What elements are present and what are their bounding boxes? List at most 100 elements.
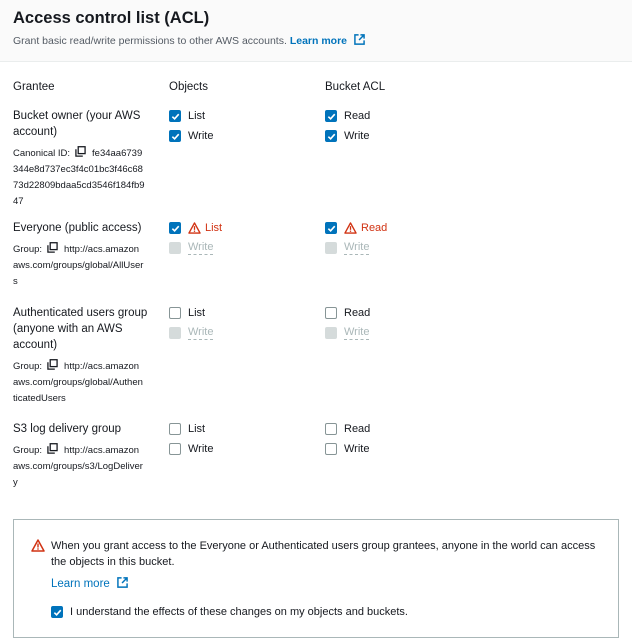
objects-list-option[interactable]: List xyxy=(169,108,205,124)
identifier-text: aws.com/groups/s3/LogDeliver xyxy=(13,461,143,472)
copy-icon[interactable] xyxy=(47,242,58,253)
identifier-text: ticatedUsers xyxy=(13,393,66,404)
objects-list-option[interactable]: List xyxy=(169,220,222,236)
bucket-acl-write-checkbox[interactable] xyxy=(325,130,337,142)
identifier-label: Group: xyxy=(13,445,43,456)
bucket-acl-read-checkbox[interactable] xyxy=(325,423,337,435)
identifier-text: http://acs.amazon xyxy=(64,244,140,255)
bucket-acl-read-label: Read xyxy=(344,307,371,319)
objects-list-label: List xyxy=(188,110,206,122)
objects-list-label: List xyxy=(188,423,206,435)
bucket-acl-read-checkbox[interactable] xyxy=(325,222,337,234)
identifier-text: y xyxy=(13,477,18,488)
bucket-acl-write-label: Write xyxy=(344,326,370,340)
page-title: Access control list (ACL) xyxy=(13,9,210,27)
bucket-acl-write-label: Write xyxy=(344,241,370,255)
alert-learn-more[interactable]: Learn more xyxy=(51,577,128,590)
bucket-acl-write-option[interactable]: Write xyxy=(325,441,369,457)
objects-list-label: List xyxy=(188,307,206,319)
bucket-acl-read-option[interactable]: Read xyxy=(325,220,387,236)
objects-write-label: Write xyxy=(188,443,214,455)
identifier-text: 73d22809bdaa5cd3546f184fb9 xyxy=(13,180,145,191)
objects-write-checkbox[interactable] xyxy=(169,443,181,455)
identifier-text: fe34aa6739 xyxy=(92,148,143,159)
bucket-acl-write-label: Write xyxy=(344,443,370,455)
bucket-acl-read-checkbox[interactable] xyxy=(325,110,337,122)
column-header-grantee: Grantee xyxy=(13,81,55,93)
bucket-acl-read-option[interactable]: Read xyxy=(325,421,370,437)
warning-alert: When you grant access to the Everyone or… xyxy=(13,519,619,638)
alert-message: When you grant access to the Everyone or… xyxy=(51,540,596,568)
acknowledge-label: I understand the effects of these change… xyxy=(70,606,408,618)
identifier-label: Group: xyxy=(13,361,43,372)
warning-icon xyxy=(188,222,201,234)
alert-learn-more-label: Learn more xyxy=(51,578,110,590)
bucket-acl-read-checkbox[interactable] xyxy=(325,307,337,319)
grantee-name: Bucket owner (your AWS account) xyxy=(13,110,141,138)
bucket-acl-write-checkbox xyxy=(325,327,337,339)
objects-write-option: Write xyxy=(169,325,214,341)
bucket-acl-read-label: Read xyxy=(344,110,371,122)
bucket-acl-write-checkbox xyxy=(325,242,337,254)
identifier-text: http://acs.amazon xyxy=(64,445,140,456)
objects-write-checkbox[interactable] xyxy=(169,130,181,142)
checkmark-icon xyxy=(327,113,335,120)
objects-list-option[interactable]: List xyxy=(169,421,205,437)
checkmark-icon xyxy=(53,609,61,616)
bucket-acl-write-label: Write xyxy=(344,130,370,142)
objects-write-checkbox xyxy=(169,242,181,254)
objects-write-option[interactable]: Write xyxy=(169,128,213,144)
objects-list-label: List xyxy=(205,222,223,234)
grantee-name: S3 log delivery group xyxy=(13,423,122,435)
bucket-acl-read-label: Read xyxy=(361,222,388,234)
acknowledge-checkbox[interactable] xyxy=(51,606,63,618)
acl-header: Access control list (ACL) Grant basic re… xyxy=(0,0,632,62)
objects-write-checkbox xyxy=(169,327,181,339)
identifier-label: Canonical ID: xyxy=(13,148,71,159)
grantee-identifier: Group: http://acs.amazon aws.com/groups/g… xyxy=(13,359,158,407)
description-text: Grant basic read/write permissions to ot… xyxy=(13,35,287,47)
checkmark-icon xyxy=(327,133,335,140)
objects-list-checkbox[interactable] xyxy=(169,110,181,122)
column-header-bucket-acl: Bucket ACL xyxy=(325,81,386,93)
objects-list-checkbox[interactable] xyxy=(169,222,181,234)
objects-list-option[interactable]: List xyxy=(169,305,205,321)
header-description: Grant basic read/write permissions to ot… xyxy=(13,34,619,48)
grantee-name: Everyone (public access) xyxy=(13,222,142,234)
checkmark-icon xyxy=(171,225,179,232)
checkmark-icon xyxy=(327,225,335,232)
objects-write-label: Write xyxy=(188,130,214,142)
objects-list-checkbox[interactable] xyxy=(169,423,181,435)
header-learn-more-link[interactable]: Learn more xyxy=(290,35,347,47)
identifier-label: Group: xyxy=(13,244,43,255)
grantee-identifier: Group: http://acs.amazon aws.com/groups/s… xyxy=(13,443,158,491)
objects-write-option[interactable]: Write xyxy=(169,441,213,457)
acknowledge-option[interactable]: I understand the effects of these change… xyxy=(51,606,408,618)
bucket-acl-read-option[interactable]: Read xyxy=(325,108,370,124)
identifier-text: aws.com/groups/global/AllUser xyxy=(13,260,144,271)
bucket-acl-write-checkbox[interactable] xyxy=(325,443,337,455)
bucket-acl-read-label: Read xyxy=(344,423,371,435)
bucket-acl-write-option: Write xyxy=(325,325,370,341)
identifier-text: s xyxy=(13,276,18,287)
grantee-identifier: Canonical ID: fe34aa6739 344e8d737ec3f4c0… xyxy=(13,146,158,210)
column-header-objects: Objects xyxy=(169,81,208,93)
objects-write-label: Write xyxy=(188,241,214,255)
objects-write-label: Write xyxy=(188,326,214,340)
identifier-text: http://acs.amazon xyxy=(64,361,140,372)
bucket-acl-write-option[interactable]: Write xyxy=(325,128,369,144)
objects-write-option: Write xyxy=(169,240,214,256)
checkmark-icon xyxy=(171,133,179,140)
external-link-icon xyxy=(354,34,365,45)
grantee-name: Authenticated users group (anyone with a… xyxy=(13,307,148,351)
objects-list-checkbox[interactable] xyxy=(169,307,181,319)
checkmark-icon xyxy=(171,113,179,120)
warning-icon xyxy=(344,222,357,234)
copy-icon[interactable] xyxy=(47,443,58,454)
copy-icon[interactable] xyxy=(75,146,86,157)
warning-icon xyxy=(31,539,45,552)
grantee-identifier: Group: http://acs.amazon aws.com/groups/g… xyxy=(13,242,158,290)
identifier-text: 47 xyxy=(13,196,24,207)
copy-icon[interactable] xyxy=(47,359,58,370)
bucket-acl-read-option[interactable]: Read xyxy=(325,305,370,321)
